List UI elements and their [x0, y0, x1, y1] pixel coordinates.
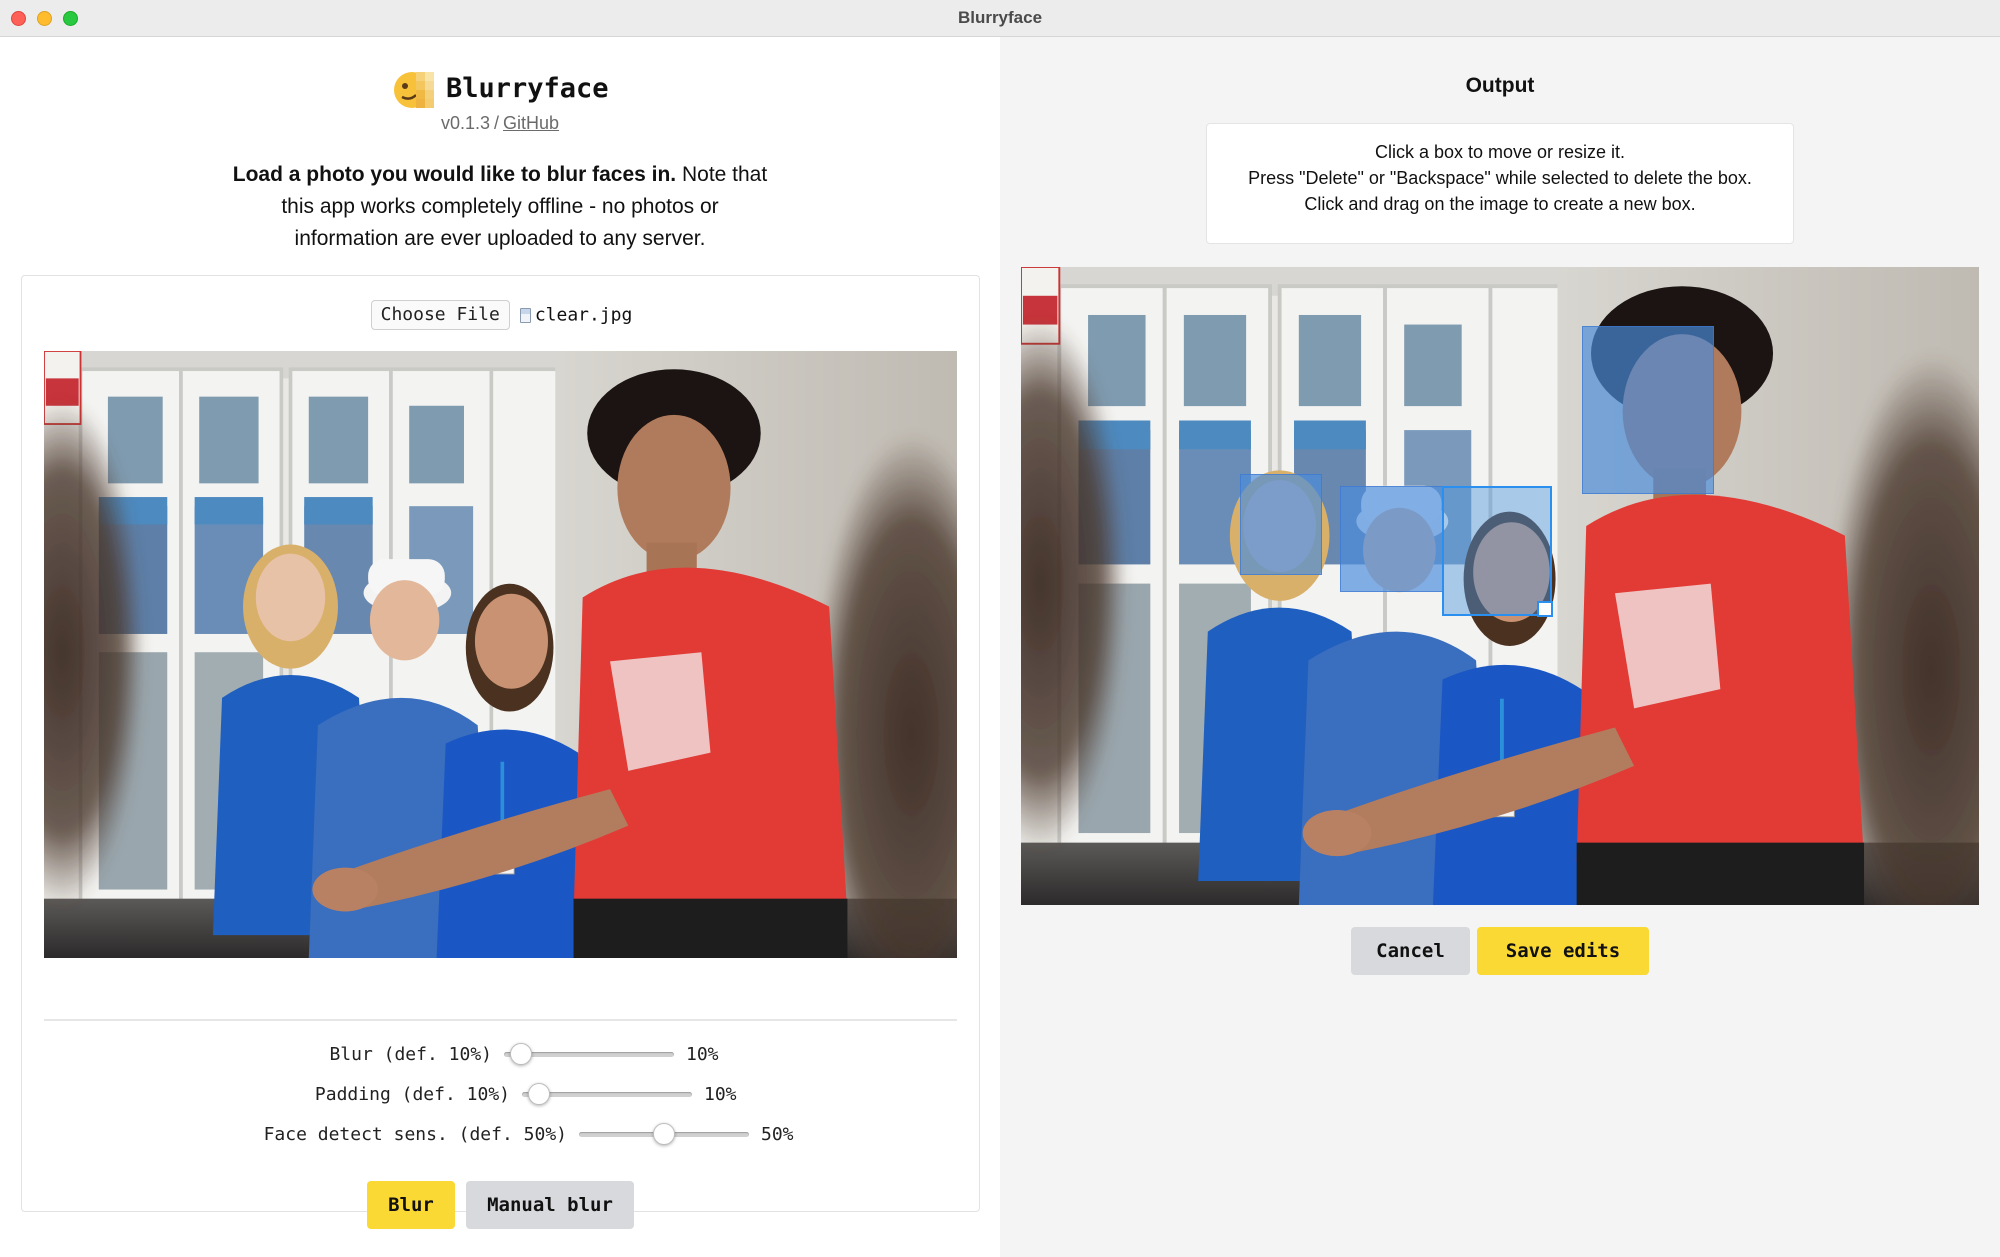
cancel-button[interactable]: Cancel — [1351, 927, 1470, 975]
selected-file-name: clear.jpg — [534, 304, 633, 326]
sensitivity-slider-value: 50% — [761, 1124, 794, 1145]
divider — [44, 1019, 957, 1021]
version-line: v0.1.3/GitHub — [0, 113, 1000, 134]
app-name: Blurryface — [446, 73, 609, 104]
blur-slider-thumb[interactable] — [510, 1043, 532, 1065]
padding-slider-label: Padding (def. 10%) — [314, 1084, 510, 1105]
instructions-box: Click a box to move or resize it. Press … — [1206, 123, 1794, 244]
instruction-line: Click a box to move or resize it. — [1374, 142, 1626, 162]
window-title: Blurryface — [957, 8, 1043, 27]
face-box[interactable] — [1340, 486, 1443, 592]
app-logo-icon — [394, 72, 434, 108]
resize-handle[interactable] — [1537, 601, 1553, 617]
title-bar: Blurryface — [0, 0, 2000, 37]
choose-file-button[interactable]: Choose File — [370, 300, 510, 330]
github-link[interactable]: GitHub — [503, 113, 559, 133]
instruction-line: Click and drag on the image to create a … — [1304, 194, 1696, 214]
instruction-line: Press "Delete" or "Backspace" while sele… — [1248, 168, 1752, 188]
blur-slider-label: Blur (def. 10%) — [329, 1044, 492, 1065]
blur-slider-value: 10% — [686, 1044, 719, 1065]
padding-slider-value: 10% — [704, 1084, 737, 1105]
intro-bold-text: Load a photo you would like to blur face… — [232, 163, 677, 186]
output-title: Output — [1465, 74, 1535, 97]
padding-slider-thumb[interactable] — [528, 1083, 550, 1105]
face-box[interactable] — [1240, 474, 1322, 575]
input-photo — [44, 351, 957, 958]
save-edits-button[interactable]: Save edits — [1477, 927, 1649, 975]
file-icon — [519, 307, 531, 323]
version-text: v0.1.3 — [440, 113, 490, 133]
sensitivity-slider-label: Face detect sens. (def. 50%) — [263, 1124, 567, 1145]
intro-text: Load a photo you would like to blur face… — [230, 159, 770, 255]
input-card: Choose File clear.jpg Blur (def. 10%) 10%… — [21, 275, 981, 1229]
blur-button[interactable]: Blur — [367, 1181, 455, 1229]
input-pane: Blurryface v0.1.3/GitHub Load a photo yo… — [0, 37, 1000, 1257]
file-picker: Choose File clear.jpg — [22, 300, 981, 330]
face-box-selected[interactable] — [1442, 486, 1553, 617]
version-separator: / — [494, 113, 500, 133]
face-box[interactable] — [1582, 326, 1714, 494]
sensitivity-slider-thumb[interactable] — [653, 1123, 675, 1145]
manual-blur-button[interactable]: Manual blur — [466, 1181, 634, 1229]
